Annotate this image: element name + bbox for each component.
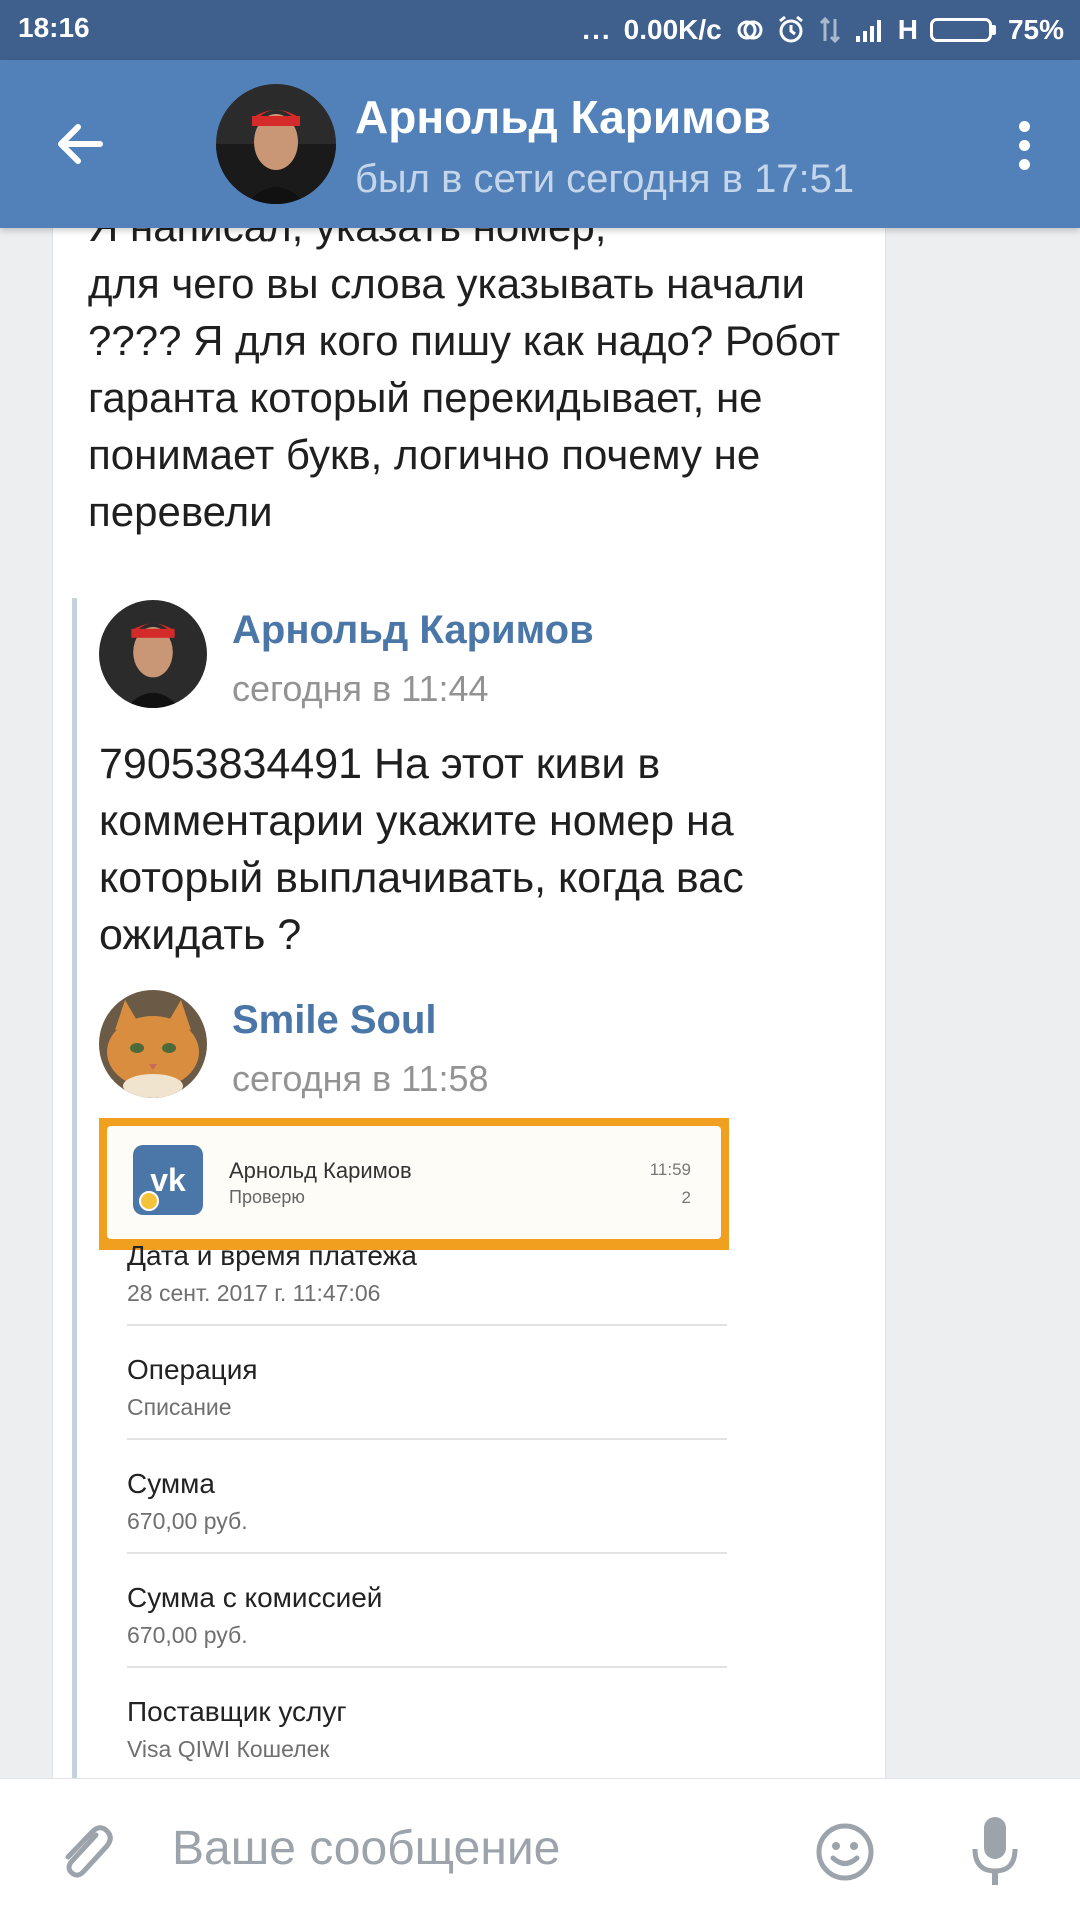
- network-speed: 0.00K/c: [623, 14, 722, 45]
- notification-highlight: vk Арнольд Каримов Проверю 11:59 2: [99, 1118, 729, 1250]
- arrow-left-icon: [58, 124, 103, 164]
- push-notification: vk Арнольд Каримов Проверю 11:59 2: [107, 1126, 721, 1239]
- emoji-icon[interactable]: [814, 1821, 876, 1883]
- battery-percent: 75%: [1007, 14, 1064, 45]
- payment-row: Поставщик услуг Visa QIWI Кошелек: [127, 1696, 701, 1778]
- vk-logo-icon: vk: [133, 1145, 203, 1215]
- last-seen-status: был в сети сегодня в 17:51: [355, 157, 855, 201]
- forwarded-time: сегодня в 11:44: [232, 668, 489, 709]
- notification-text: Проверю: [229, 1187, 305, 1207]
- forwarded-author-avatar[interactable]: [99, 990, 207, 1098]
- microphone-icon[interactable]: [970, 1815, 1020, 1889]
- network-type: H: [897, 14, 918, 45]
- forwarded-messages-bar: [72, 598, 77, 1778]
- payment-value: 670,00 руб.: [127, 1622, 248, 1648]
- notification-title: Арнольд Каримов: [229, 1158, 412, 1183]
- back-button[interactable]: [48, 112, 112, 176]
- more-vertical-icon: [1018, 120, 1030, 132]
- forwarded-author-name[interactable]: Арнольд Каримов: [232, 608, 594, 653]
- payment-label: Дата и время платежа: [127, 1240, 417, 1271]
- payment-value: Списание: [127, 1394, 232, 1420]
- signal-icon: [854, 16, 886, 44]
- notification-time: 11:59: [649, 1160, 691, 1179]
- payment-label: Поставщик услуг: [127, 1696, 347, 1727]
- message-list[interactable]: Я написал, указать номер, для чего вы сл…: [0, 228, 1080, 1778]
- forwarded-time: сегодня в 11:58: [232, 1058, 489, 1099]
- payment-row: Сумма с комиссией 670,00 руб.: [127, 1582, 727, 1696]
- payment-row: Сумма 670,00 руб.: [127, 1468, 727, 1582]
- payment-label: Операция: [127, 1354, 258, 1385]
- payment-label: Сумма: [127, 1468, 215, 1499]
- notification-count: 2: [681, 1188, 691, 1207]
- attached-photo[interactable]: vk Арнольд Каримов Проверю 11:59 2 Дата …: [99, 1118, 729, 1778]
- paperclip-icon[interactable]: [52, 1817, 118, 1883]
- status-bar: 18:16 ... 0.00K/c H 75%: [0, 0, 1080, 60]
- forwarded-text: 79053834491 На этот киви в комментарии у…: [99, 740, 744, 959]
- status-icons: ... 0.00K/c H 75%: [582, 12, 1064, 48]
- payment-row: Операция Списание: [127, 1354, 727, 1468]
- data-transfer-icon: [818, 15, 842, 45]
- forwarded-author-avatar[interactable]: [99, 600, 207, 708]
- message-composer: Ваше сообщение: [0, 1778, 1080, 1921]
- payment-value: 28 сент. 2017 г. 11:47:06: [127, 1280, 381, 1306]
- notification-dots: ...: [582, 14, 612, 45]
- message-text: Я написал, указать номер, для чего вы сл…: [88, 228, 841, 535]
- contact-avatar[interactable]: [216, 84, 336, 204]
- payment-value: Visa QIWI Кошелек: [127, 1736, 330, 1762]
- alarm-icon: [776, 15, 806, 45]
- chat-header: Арнольд Каримов был в сети сегодня в 17:…: [0, 60, 1080, 228]
- payment-value: 670,00 руб.: [127, 1508, 248, 1534]
- message-input[interactable]: Ваше сообщение: [172, 1821, 560, 1876]
- battery-icon: [929, 18, 996, 42]
- sync-icon: [734, 15, 764, 45]
- payment-label: Сумма с комиссией: [127, 1582, 383, 1613]
- forwarded-author-name[interactable]: Smile Soul: [232, 998, 437, 1043]
- status-time: 18:16: [18, 12, 90, 43]
- contact-name[interactable]: Арнольд Каримов: [355, 90, 771, 144]
- more-options-button[interactable]: [994, 110, 1054, 180]
- payment-row: Дата и время платежа 28 сент. 2017 г. 11…: [127, 1240, 727, 1354]
